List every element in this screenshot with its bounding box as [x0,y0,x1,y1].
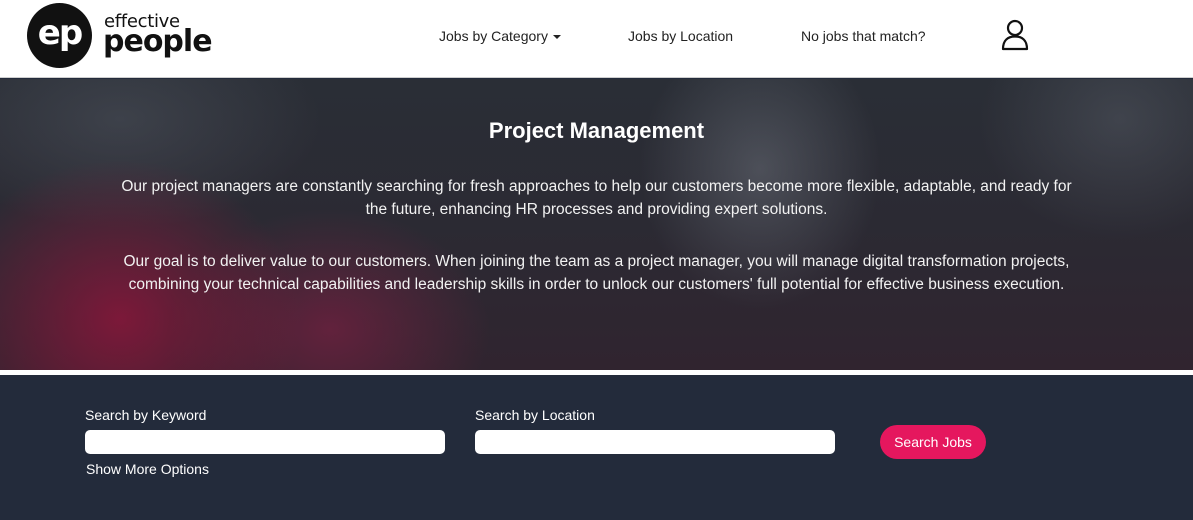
keyword-input[interactable] [85,430,445,454]
caret-down-icon [552,35,561,40]
nav-no-jobs-match[interactable]: No jobs that match? [801,27,926,45]
hero-banner: Project Management Our project managers … [0,79,1193,370]
logo[interactable]: ep effective people [27,3,227,69]
hero-paragraph: Our project managers are constantly sear… [121,178,1072,218]
site-header: ep effective people Jobs by Category Job… [0,0,1193,78]
logo-mark-circle: ep [27,3,92,68]
keyword-label: Search by Keyword [85,407,207,423]
show-more-options-link[interactable]: Show More Options [86,460,209,478]
nav-jobs-by-category[interactable]: Jobs by Category [439,27,561,45]
hero-paragraph: Our goal is to deliver value to our cust… [123,253,1070,293]
job-search-panel: Search by Keyword Show More Options Sear… [0,375,1193,520]
search-jobs-button[interactable]: Search Jobs [880,425,986,459]
nav-jobs-by-category-label: Jobs by Category [439,28,548,44]
page-title: Project Management [488,118,705,143]
nav-jobs-by-location[interactable]: Jobs by Location [628,27,733,45]
location-input[interactable] [475,430,835,454]
user-icon[interactable] [1000,19,1030,51]
location-label: Search by Location [475,407,595,423]
logo-mark-text: ep [37,13,83,53]
logo-text-people: people [103,24,213,59]
